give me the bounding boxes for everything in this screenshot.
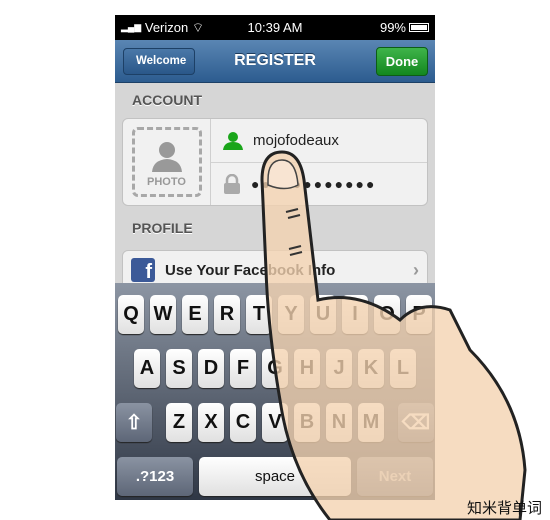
- key-s[interactable]: S: [166, 349, 192, 388]
- key-q[interactable]: Q: [118, 295, 144, 334]
- next-key[interactable]: Next: [357, 457, 433, 496]
- photo-picker[interactable]: PHOTO: [123, 119, 211, 205]
- phone-screen: ▂▄▆ Verizon ⌔ 10:39 AM 99% Welcome REGIS…: [115, 15, 435, 500]
- key-u[interactable]: U: [310, 295, 336, 334]
- key-a[interactable]: A: [134, 349, 160, 388]
- facebook-icon: f: [131, 258, 155, 282]
- key-e[interactable]: E: [182, 295, 208, 334]
- profile-heading: PROFILE: [132, 220, 193, 236]
- back-button[interactable]: Welcome: [123, 48, 196, 75]
- page-title: REGISTER: [234, 52, 316, 69]
- key-n[interactable]: N: [326, 403, 352, 442]
- username-value: mojofodeaux: [253, 132, 339, 149]
- nav-bar: Welcome REGISTER Done: [115, 40, 435, 83]
- account-heading: ACCOUNT: [132, 92, 202, 108]
- battery-icon: [409, 23, 429, 32]
- facebook-label: Use Your Facebook Info: [165, 261, 336, 279]
- key-i[interactable]: I: [342, 295, 368, 334]
- password-value: ●●●●●●●●●●●●: [251, 176, 377, 192]
- key-h[interactable]: H: [294, 349, 320, 388]
- key-g[interactable]: G: [262, 349, 288, 388]
- key-z[interactable]: Z: [166, 403, 192, 442]
- user-icon: [223, 131, 243, 150]
- key-w[interactable]: W: [150, 295, 176, 334]
- key-k[interactable]: K: [358, 349, 384, 388]
- done-button[interactable]: Done: [376, 47, 428, 76]
- key-p[interactable]: P: [406, 295, 432, 334]
- chevron-right-icon: ›: [413, 259, 419, 280]
- key-r[interactable]: R: [214, 295, 240, 334]
- key-x[interactable]: X: [198, 403, 224, 442]
- lock-icon: [224, 174, 240, 194]
- key-t[interactable]: T: [246, 295, 272, 334]
- keyboard: QWERTYUIOP ASDFGHJKL ⇧ Z X C V B N M ⌫ .?123 spa…: [115, 283, 435, 500]
- photo-label: PHOTO: [147, 176, 186, 188]
- key-d[interactable]: D: [198, 349, 224, 388]
- key-o[interactable]: O: [374, 295, 400, 334]
- key-f[interactable]: F: [230, 349, 256, 388]
- key-l[interactable]: L: [390, 349, 416, 388]
- key-c[interactable]: C: [230, 403, 256, 442]
- key-m[interactable]: M: [358, 403, 384, 442]
- delete-key[interactable]: ⌫: [398, 403, 434, 442]
- shift-key[interactable]: ⇧: [116, 403, 152, 442]
- key-y[interactable]: Y: [278, 295, 304, 334]
- username-field[interactable]: mojofodeaux: [211, 119, 427, 162]
- key-j[interactable]: J: [326, 349, 352, 388]
- password-field[interactable]: ●●●●●●●●●●●●: [211, 162, 427, 205]
- numbers-key[interactable]: .?123: [117, 457, 193, 496]
- space-key[interactable]: space: [199, 457, 351, 496]
- key-b[interactable]: B: [294, 403, 320, 442]
- watermark: 知米背单词: [466, 500, 542, 517]
- key-v[interactable]: V: [262, 403, 288, 442]
- status-bar: ▂▄▆ Verizon ⌔ 10:39 AM 99%: [115, 15, 435, 40]
- person-icon: [151, 142, 182, 172]
- clock: 10:39 AM: [247, 20, 303, 35]
- account-card: PHOTO mojofodeaux ●●●●●●●●●●●●: [122, 118, 428, 206]
